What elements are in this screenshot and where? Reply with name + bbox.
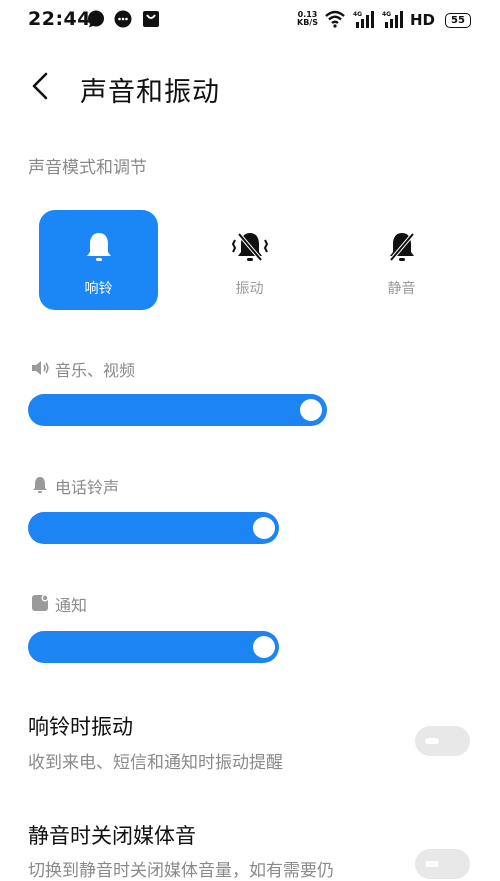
- battery-indicator: 55: [445, 13, 471, 28]
- bell-icon: [87, 233, 111, 261]
- message-icon: [114, 10, 132, 28]
- svg-text:4G: 4G: [382, 11, 391, 18]
- bell-icon: [33, 477, 47, 493]
- chat-bubble-icon: [88, 10, 104, 28]
- notification-volume-label-row: 通知: [30, 592, 230, 615]
- svg-text:4G: 4G: [353, 11, 362, 18]
- wifi-icon: [325, 10, 345, 28]
- section-title: 声音模式和调节: [28, 158, 147, 178]
- vibrate-bell-icon: [231, 232, 269, 262]
- bell-off-icon: [389, 232, 415, 262]
- notification-volume-label: 通知: [55, 596, 88, 615]
- net-speed: 0.13 KB/S: [297, 10, 318, 27]
- page-title: 声音和振动: [80, 77, 220, 108]
- status-time: 22:44: [28, 8, 91, 30]
- vibrate-on-ring-title: 响铃时振动: [28, 715, 133, 739]
- notification-volume-slider[interactable]: [28, 631, 279, 663]
- signal-4g-icon-2: 4G: [382, 11, 403, 28]
- vibrate-on-ring-toggle[interactable]: [415, 726, 470, 756]
- back-button[interactable]: [28, 70, 56, 102]
- ringtone-volume-thumb[interactable]: [253, 517, 275, 539]
- mute-media-desc: 切换到静音时关闭媒体音量，如有需要仍: [28, 861, 334, 881]
- mode-ring-label: 响铃: [84, 281, 113, 297]
- toggle-knob: [425, 738, 439, 744]
- toggle-knob: [425, 861, 439, 867]
- hd-indicator: HD: [410, 11, 436, 29]
- mode-silent[interactable]: 静音: [342, 210, 461, 310]
- media-volume-slider[interactable]: [28, 394, 327, 426]
- status-bar: 22:44 0.13 KB/S 4G 4G HD 55: [0, 0, 500, 40]
- mode-ring[interactable]: 响铃: [39, 210, 158, 310]
- ringtone-volume-label-row: 电话铃声: [30, 474, 230, 497]
- notification-icon: [32, 594, 49, 611]
- ringtone-volume-label: 电话铃声: [55, 478, 120, 497]
- shopping-bag-icon: [143, 11, 159, 27]
- media-volume-label: 音乐、视频: [55, 361, 136, 380]
- mode-silent-label: 静音: [387, 281, 416, 297]
- mode-vibrate-label: 振动: [235, 281, 264, 297]
- ringtone-volume-slider[interactable]: [28, 512, 279, 544]
- mode-vibrate[interactable]: 振动: [190, 210, 309, 310]
- speaker-icon: [32, 361, 49, 375]
- signal-4g-icon: 4G: [353, 11, 374, 28]
- media-volume-label-row: 音乐、视频: [30, 357, 230, 380]
- mute-media-title: 静音时关闭媒体音: [28, 824, 196, 848]
- mute-media-toggle[interactable]: [415, 849, 470, 879]
- vibrate-on-ring-desc: 收到来电、短信和通知时振动提醒: [28, 753, 283, 773]
- media-volume-thumb[interactable]: [300, 399, 322, 421]
- notification-volume-thumb[interactable]: [253, 636, 275, 658]
